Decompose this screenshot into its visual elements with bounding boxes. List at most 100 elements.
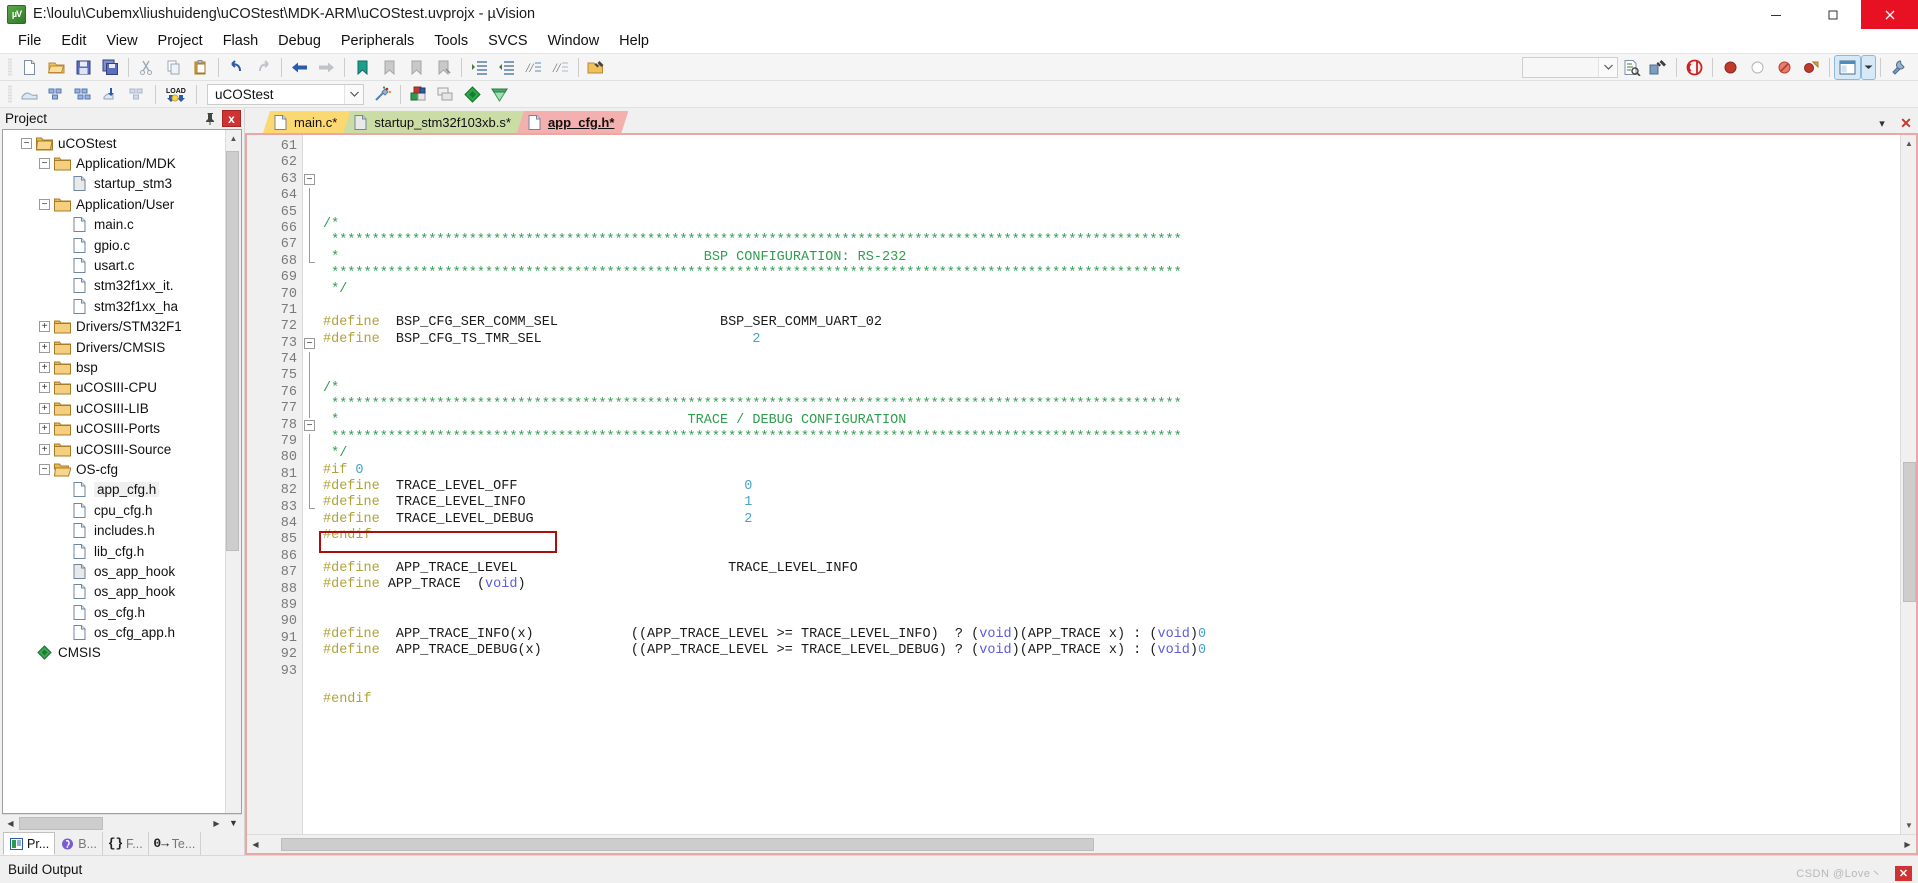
collapse-icon[interactable]: −: [21, 137, 32, 149]
tree-item[interactable]: CMSIS: [3, 643, 225, 663]
comment-icon[interactable]: //: [521, 56, 546, 79]
tree-item[interactable]: + Drivers/CMSIS: [3, 337, 225, 357]
paste-icon[interactable]: [188, 56, 213, 79]
project-tree[interactable]: − uCOStest − Application/MDK startup_stm3− Ap…: [3, 130, 225, 813]
expand-icon[interactable]: +: [39, 382, 50, 394]
undo-icon[interactable]: [224, 56, 249, 79]
navigate-forward-icon[interactable]: [314, 56, 339, 79]
collapse-icon[interactable]: −: [39, 158, 50, 170]
menu-edit[interactable]: Edit: [51, 30, 96, 52]
code-line[interactable]: ****************************************…: [317, 233, 1900, 249]
code-line[interactable]: [317, 364, 1900, 380]
pack-installer-icon[interactable]: [487, 83, 512, 106]
tree-item[interactable]: os_app_hook: [3, 582, 225, 602]
code-line[interactable]: #define APP_TRACE_LEVEL TRACE_LEVEL_INFO: [317, 561, 1900, 577]
redo-icon[interactable]: [251, 56, 276, 79]
code-line[interactable]: #define BSP_CFG_TS_TMR_SEL 2: [317, 332, 1900, 348]
kill-all-breakpoints-icon[interactable]: [1772, 56, 1797, 79]
code-line[interactable]: [317, 709, 1900, 725]
tab-templates[interactable]: 0→ Te...: [149, 832, 202, 855]
tree-item[interactable]: − Application/User: [3, 194, 225, 214]
code-line[interactable]: /*: [317, 217, 1900, 233]
code-line[interactable]: /*: [317, 381, 1900, 397]
editor-tab[interactable]: app_cfg.h*: [517, 111, 628, 133]
target-options-icon[interactable]: [370, 83, 395, 106]
tree-item[interactable]: + Drivers/STM32F1: [3, 317, 225, 337]
tab-books[interactable]: B...: [55, 832, 103, 855]
toolbar-grip[interactable]: [8, 58, 12, 76]
code-line[interactable]: [317, 610, 1900, 626]
tree-item[interactable]: includes.h: [3, 520, 225, 540]
project-tree-vscrollbar[interactable]: ▲: [225, 130, 241, 813]
scroll-left-icon[interactable]: ◀: [247, 836, 264, 852]
navigate-back-icon[interactable]: [287, 56, 312, 79]
tree-item[interactable]: + bsp: [3, 357, 225, 377]
batch-build-icon[interactable]: [98, 83, 123, 106]
tree-item[interactable]: + uCOSIII-LIB: [3, 398, 225, 418]
code-line[interactable]: #define APP_TRACE_DEBUG(x) ((APP_TRACE_L…: [317, 643, 1900, 659]
code-line[interactable]: ****************************************…: [317, 430, 1900, 446]
scroll-dropdown-icon[interactable]: ▼: [225, 816, 242, 831]
code-line[interactable]: #define APP_TRACE_INFO(x) ((APP_TRACE_LE…: [317, 627, 1900, 643]
tree-item[interactable]: − uCOStest: [3, 133, 225, 153]
pin-icon[interactable]: [202, 110, 219, 127]
project-target-combo[interactable]: uCOStest: [207, 83, 364, 105]
tree-item[interactable]: startup_stm3: [3, 174, 225, 194]
code-line[interactable]: [317, 200, 1900, 216]
tree-item[interactable]: + uCOSIII-Ports: [3, 418, 225, 438]
menu-window[interactable]: Window: [538, 30, 610, 52]
tree-item[interactable]: cpu_cfg.h: [3, 500, 225, 520]
expand-icon[interactable]: +: [39, 321, 50, 333]
code-folding-column[interactable]: − − −: [303, 135, 317, 834]
code-line[interactable]: #if 0: [317, 463, 1900, 479]
menu-svcs[interactable]: SVCS: [478, 30, 538, 52]
hscroll-thumb[interactable]: [281, 837, 1094, 851]
collapse-icon[interactable]: −: [39, 198, 50, 210]
menu-file[interactable]: File: [8, 30, 51, 52]
code-line[interactable]: * BSP CONFIGURATION: RS-232: [317, 250, 1900, 266]
tab-functions[interactable]: {} F...: [103, 832, 149, 855]
tree-item[interactable]: − OS-cfg: [3, 459, 225, 479]
code-line[interactable]: */: [317, 282, 1900, 298]
code-line[interactable]: * TRACE / DEBUG CONFIGURATION: [317, 413, 1900, 429]
code-line[interactable]: #define APP_TRACE (void): [317, 577, 1900, 593]
maximize-button[interactable]: [1804, 0, 1861, 29]
vscroll-track[interactable]: [1901, 152, 1916, 817]
disable-breakpoint-icon[interactable]: [1745, 56, 1770, 79]
code-line[interactable]: [317, 545, 1900, 561]
code-line[interactable]: */: [317, 446, 1900, 462]
tree-item[interactable]: − Application/MDK: [3, 153, 225, 173]
expand-icon[interactable]: +: [39, 402, 50, 414]
code-line[interactable]: #define TRACE_LEVEL_DEBUG 2: [317, 512, 1900, 528]
layout-dropdown-icon[interactable]: [1861, 54, 1876, 80]
menu-tools[interactable]: Tools: [424, 30, 478, 52]
editor-hscrollbar[interactable]: ◀ ▶: [247, 834, 1916, 853]
collapse-icon[interactable]: −: [39, 463, 50, 475]
bookmark-next-icon[interactable]: [404, 56, 429, 79]
expand-icon[interactable]: +: [39, 443, 50, 455]
vscroll-thumb[interactable]: [1902, 462, 1916, 602]
start-debug-icon[interactable]: [1682, 56, 1707, 79]
manage-project-items-icon[interactable]: [406, 83, 431, 106]
code-line[interactable]: [317, 676, 1900, 692]
find-in-files-icon[interactable]: [584, 56, 609, 79]
code-line[interactable]: [317, 348, 1900, 364]
scroll-right-icon[interactable]: ▶: [208, 815, 225, 831]
editor-tab[interactable]: startup_stm32f103xb.s*: [343, 111, 525, 133]
tree-item[interactable]: gpio.c: [3, 235, 225, 255]
close-icon[interactable]: x: [222, 110, 241, 127]
hscroll-thumb[interactable]: [19, 816, 103, 830]
expand-icon[interactable]: +: [39, 361, 50, 373]
scroll-right-icon[interactable]: ▶: [1899, 836, 1916, 852]
code-line[interactable]: [317, 299, 1900, 315]
tree-item[interactable]: stm32f1xx_it.: [3, 276, 225, 296]
fold-marker[interactable]: −: [303, 418, 317, 434]
hscroll-track[interactable]: [19, 815, 208, 831]
code-line[interactable]: ****************************************…: [317, 397, 1900, 413]
collapse-icon[interactable]: −: [304, 420, 315, 432]
tab-list-dropdown-icon[interactable]: ▾: [1874, 115, 1890, 131]
close-button[interactable]: [1861, 0, 1918, 29]
rebuild-icon[interactable]: [71, 83, 96, 106]
code-line[interactable]: #define TRACE_LEVEL_INFO 1: [317, 495, 1900, 511]
translate-icon[interactable]: [17, 83, 42, 106]
